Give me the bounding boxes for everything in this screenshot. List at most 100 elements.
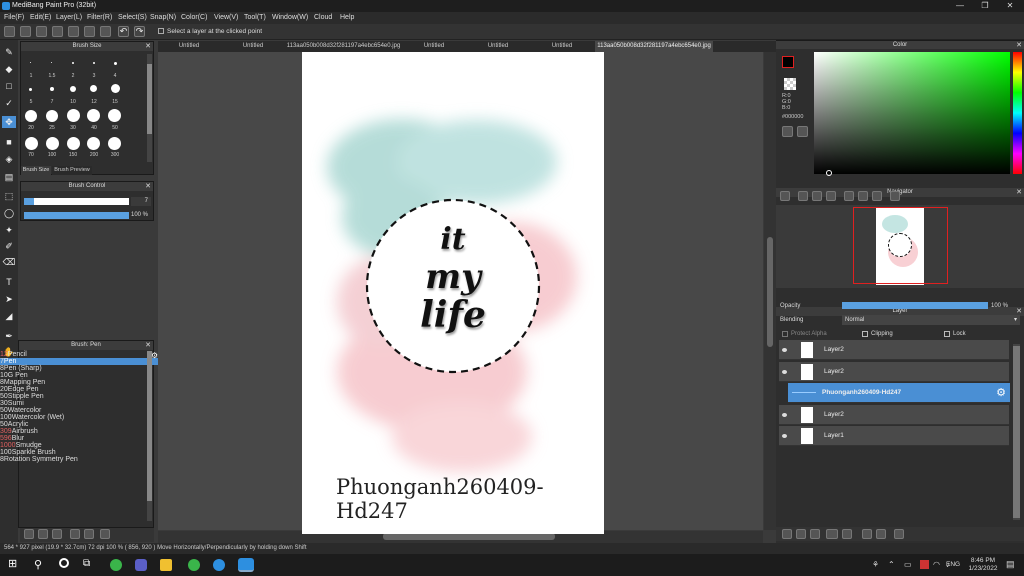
brush-item[interactable]: 1000Smudge [0, 442, 160, 449]
duplicate-layer-icon[interactable] [862, 529, 872, 539]
menu-layer[interactable]: Layer(L) [56, 14, 82, 21]
menu-cloud[interactable]: Cloud [314, 14, 332, 21]
open-icon[interactable] [20, 26, 31, 37]
cloud-icon[interactable] [36, 26, 47, 37]
brush-settings-icon[interactable] [52, 529, 62, 539]
grid-icon[interactable] [68, 26, 79, 37]
menu-select[interactable]: Select(S) [118, 14, 147, 21]
layer-row[interactable]: Layer1 [779, 426, 1009, 446]
brush-item[interactable]: 50Watercolor [0, 407, 160, 414]
undo-icon[interactable]: ↶ [118, 26, 129, 37]
task-view-icon[interactable]: ⧉ [83, 558, 90, 569]
layout-icon[interactable] [84, 26, 95, 37]
brush-list-scrollbar[interactable] [147, 351, 152, 521]
divide-tool-icon[interactable]: ◢ [2, 310, 16, 322]
brush-item[interactable]: 8Rotation Symmetry Pen [0, 456, 160, 463]
bucket-tool-icon[interactable]: ◈ [2, 153, 16, 165]
select-pen-icon[interactable]: ✐ [2, 240, 16, 252]
menu-snap[interactable]: Snap(N) [150, 14, 176, 21]
new-layer-icon[interactable] [810, 529, 820, 539]
size-dot[interactable] [111, 84, 120, 93]
brush-tool-icon[interactable]: ✎ [2, 46, 16, 58]
color-picker-cursor[interactable] [826, 170, 832, 176]
menu-help[interactable]: Help [340, 14, 354, 21]
size-dot[interactable] [87, 109, 100, 122]
gradient-tool-icon[interactable]: ▤ [2, 171, 16, 183]
brush-item[interactable]: 30Sumi [0, 400, 160, 407]
battery-icon[interactable]: ▭ [904, 560, 912, 569]
app-icon[interactable] [110, 559, 122, 571]
new-file-icon[interactable] [4, 26, 15, 37]
minimize-icon[interactable]: — [950, 1, 970, 11]
add-brush-icon[interactable] [24, 529, 34, 539]
tab-untitled[interactable]: Untitled [158, 41, 220, 52]
close-icon[interactable]: ✕ [1016, 41, 1022, 50]
brush-item[interactable]: 596Blur [0, 435, 160, 442]
lasso-icon[interactable]: ◯ [2, 207, 16, 219]
brush-item[interactable]: 7Pen ⚙ [0, 351, 160, 365]
color-picker-field[interactable] [814, 52, 1010, 174]
flip-icon[interactable] [890, 191, 900, 201]
size-dot[interactable] [108, 137, 121, 150]
close-icon[interactable]: ✕ [1000, 1, 1020, 11]
navigator-viewport[interactable] [853, 207, 948, 284]
protect-alpha-checkbox[interactable] [782, 331, 788, 337]
brush-item[interactable]: 8Mapping Pen [0, 379, 160, 386]
reset-rotate-icon[interactable] [858, 191, 868, 201]
vertical-scrollbar[interactable] [764, 52, 776, 530]
brush-item[interactable]: 8Pen (Sharp) [0, 365, 160, 372]
brush-item[interactable]: 100Sparkle Brush [0, 449, 160, 456]
menu-window[interactable]: Window(W) [272, 14, 308, 21]
hue-slider[interactable] [1013, 52, 1022, 174]
layer-row[interactable]: Phuonganh260409-Hd247 ⚙ [788, 383, 1010, 403]
layer-row[interactable]: Layer2 [779, 361, 1009, 382]
teams-icon[interactable] [135, 559, 147, 571]
brush-item[interactable]: 50Acrylic [0, 421, 160, 428]
notifications-icon[interactable]: ▤ [1006, 559, 1015, 570]
size-dot[interactable] [108, 109, 121, 122]
layer-opacity-slider[interactable] [842, 302, 988, 309]
size-dot[interactable] [114, 62, 117, 65]
close-icon[interactable]: ✕ [145, 42, 151, 51]
merge-down-icon[interactable] [876, 529, 886, 539]
redo-icon[interactable]: ↷ [134, 26, 145, 37]
size-dot[interactable] [25, 110, 37, 122]
tab-untitled[interactable]: Untitled [467, 41, 529, 52]
fit-icon[interactable] [812, 191, 822, 201]
visibility-eye-icon[interactable] [782, 434, 787, 438]
tab-untitled[interactable]: Untitled [403, 41, 465, 52]
primary-color-swatch[interactable] [782, 56, 794, 68]
file-explorer-icon[interactable] [160, 559, 172, 571]
zoom-in-icon[interactable] [798, 191, 808, 201]
layer-row[interactable]: Layer2 [779, 340, 1009, 360]
brush-size-slider[interactable] [24, 198, 129, 205]
pen-tool-icon[interactable]: ✓ [2, 97, 16, 109]
brush-size-value[interactable]: 7 [131, 197, 151, 206]
select-rect-icon[interactable]: ⬚ [2, 190, 16, 202]
gear-icon[interactable]: ⚙ [996, 386, 1006, 399]
brush-item[interactable]: 12Pencil [0, 351, 160, 358]
save-icon[interactable] [52, 26, 63, 37]
maximize-icon[interactable]: ❐ [975, 1, 995, 11]
tab-brush-preview[interactable]: Brush Preview [52, 166, 92, 175]
eraser-tool-icon[interactable]: ◆ [2, 63, 16, 75]
brush-size-scrollbar[interactable] [147, 54, 152, 162]
tab-image-file-active[interactable]: 113aa050b008d32f281197a4ebc654e0.jpg [595, 41, 713, 52]
layer-type-icon[interactable] [826, 529, 838, 539]
chrome-icon[interactable] [213, 559, 225, 571]
magic-wand-icon[interactable]: ✦ [2, 224, 16, 236]
brush-item[interactable]: 10G Pen [0, 372, 160, 379]
frame-icon[interactable] [100, 26, 111, 37]
menu-color[interactable]: Color(C) [181, 14, 207, 21]
text-tool-icon[interactable]: T [2, 276, 16, 288]
delete-icon[interactable] [100, 529, 110, 539]
size-dot[interactable] [72, 62, 74, 64]
app-icon[interactable] [188, 559, 200, 571]
palette-icon[interactable] [782, 126, 793, 137]
folder-icon[interactable] [842, 529, 852, 539]
eyedropper-icon[interactable]: ✒ [2, 330, 16, 342]
transparent-color-swatch[interactable] [784, 78, 796, 90]
brush-item[interactable]: 20Edge Pen [0, 386, 160, 393]
delete-layer-icon[interactable] [894, 529, 904, 539]
color-history-icon[interactable] [797, 126, 808, 137]
